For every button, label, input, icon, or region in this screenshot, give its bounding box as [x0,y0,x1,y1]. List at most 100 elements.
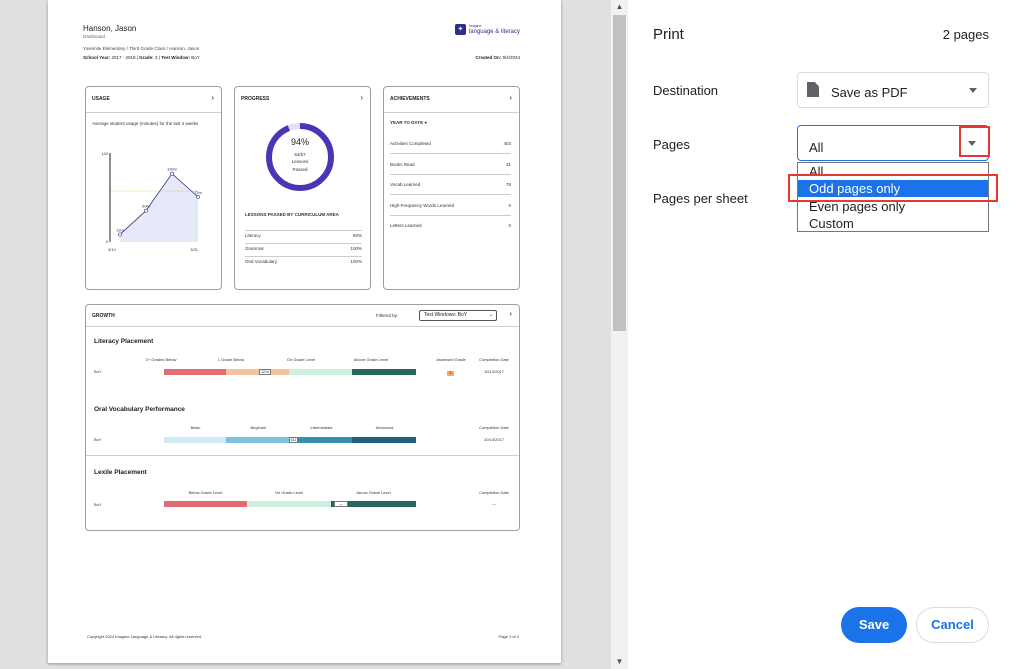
lex-date: — [492,501,496,506]
progress-ring [266,123,334,191]
created-on: Created On: 9/4/2024 [475,55,520,60]
achievements-chevron-icon[interactable]: › [509,93,512,102]
growth-chevron-icon[interactable]: › [509,309,512,318]
segment [164,501,247,507]
logo-text: Imagine language & literacy [469,23,520,35]
segment [164,369,226,375]
segment [164,437,226,443]
growth-card: GROWTH Filtered by: Test Windows: BoY ⌄ … [85,304,520,531]
divider [86,326,519,327]
achievement-name: Activities Completed [390,141,431,146]
usage-point-label: 72m [194,190,202,195]
footer-page: Page 1 of 2 [498,634,519,639]
literacy-title: Literacy Placement [94,338,154,345]
class-path: Yosemite Elementary / Third Grade Class … [83,46,200,51]
option-custom[interactable]: Custom [798,215,988,232]
achievement-name: Letters Learned [390,223,422,228]
student-name: Hanson, Jason [83,24,137,33]
page-count: 2 pages [942,27,989,42]
print-title: Print [653,26,684,43]
filter-select[interactable]: Test Windows: BoY ⌄ [419,310,497,321]
badge-icon: ● [424,120,428,125]
lit-col-4: Above Grade Level [353,357,389,362]
achievement-value: 31 [505,161,511,167]
progress-ring-fill [266,123,334,191]
usage-area [120,173,198,242]
scroll-thumb[interactable] [613,15,626,331]
report-meta: School Year: 2017 - 2018 | Grade: 3 | Te… [83,55,200,60]
divider [390,194,511,195]
save-button[interactable]: Save [841,607,907,643]
progress-card: PROGRESS › 94% 54/57 Lessons Passed LESS… [234,86,371,290]
oral-col-2: Beginner [250,425,267,430]
oral-date: 10/13/2017 [483,437,505,442]
area-value: 100% [350,259,362,264]
destination-value: Save as PDF [831,85,908,100]
x-start-label: 3/10 [108,247,117,252]
scroll-down-icon[interactable]: ▼ [611,655,628,669]
achievement-value: 78 [505,182,511,187]
achievements-card: ACHIEVEMENTS › YEAR TO DATE ● Activities… [383,86,520,290]
divider [245,243,362,244]
progress-caption-1: Lessons [291,159,309,164]
y-max-label: 142 [101,151,108,156]
dropdown-arrow-highlight [959,126,990,157]
segment [247,501,331,507]
segment [226,437,289,443]
preview-scrollbar[interactable]: ▲ ▼ [611,0,628,669]
filter-value: Test Windows: BoY [424,312,468,318]
lex-col-2: On Grade Level [274,490,304,495]
literacy-bar: 1214 [164,369,416,375]
oral-col-1: Basic [190,425,201,430]
achievements-title: ACHIEVEMENTS [390,96,430,102]
progress-percent: 94% [290,137,309,147]
achievement-name: Vocab Learned [390,182,421,187]
segment [352,437,416,443]
achievement-name: Books Read [390,161,415,167]
lex-col-1: Below Grade Level [188,490,223,495]
assessed-badge: 2 [447,371,454,376]
lit-col-1: 2+ Grades Below [145,357,177,362]
progress-chevron-icon[interactable]: › [360,93,363,102]
scroll-up-icon[interactable]: ▲ [611,0,628,14]
usage-point [170,171,174,176]
destination-select[interactable]: Save as PDF [797,72,989,108]
chevron-down-icon: ⌄ [488,312,493,318]
pdf-file-icon [807,82,819,97]
divider [390,173,511,175]
cancel-button[interactable]: Cancel [916,607,989,643]
divider [390,214,511,216]
print-preview: Hanson, Jason Dashboard Yosemite Element… [0,0,628,669]
curriculum-area-title: LESSONS PASSED BY CURRICULUM AREA [245,212,339,217]
odd-pages-highlight [788,174,998,202]
lit-col-2: 1 Grade Below [217,357,245,362]
school-year: 2017 - 2018 [111,55,136,60]
divider [86,112,221,113]
oral-col-3: Intermediate [310,425,333,430]
test-window: BoY [191,55,200,60]
logo-mark-icon: ✦ [454,23,466,35]
achievement-value: 0 [508,202,511,208]
imagine-logo: ✦ Imagine language & literacy [454,23,520,35]
usage-description: Average student usage (minutes) for the … [92,121,199,126]
x-end-label: 3/31 [190,247,199,252]
usage-chevron-icon[interactable]: › [211,93,214,102]
growth-title: GROWTH [92,313,115,319]
lit-col-3: On Grade Level [286,357,316,362]
grade-label: Grade: [139,55,154,60]
usage-point-label: 12m [116,227,124,232]
area-name: Oral Vocabulary [245,259,278,264]
lit-date: 10/13/2017 [483,369,505,374]
pages-per-sheet-label: Pages per sheet [653,191,748,206]
created-date: 9/4/2024 [502,55,520,60]
grade: 3 [154,55,158,60]
divider [86,455,519,456]
lit-col-6: Completion Date [479,357,509,362]
achievement-value: 0 [508,223,511,228]
divider [245,230,362,231]
segment [289,437,352,443]
destination-label: Destination [653,83,719,98]
footer-copyright: Copyright 2024 Imagine Language & Litera… [87,634,203,639]
oral-col-4: Advanced [375,425,394,430]
divider [384,112,519,113]
